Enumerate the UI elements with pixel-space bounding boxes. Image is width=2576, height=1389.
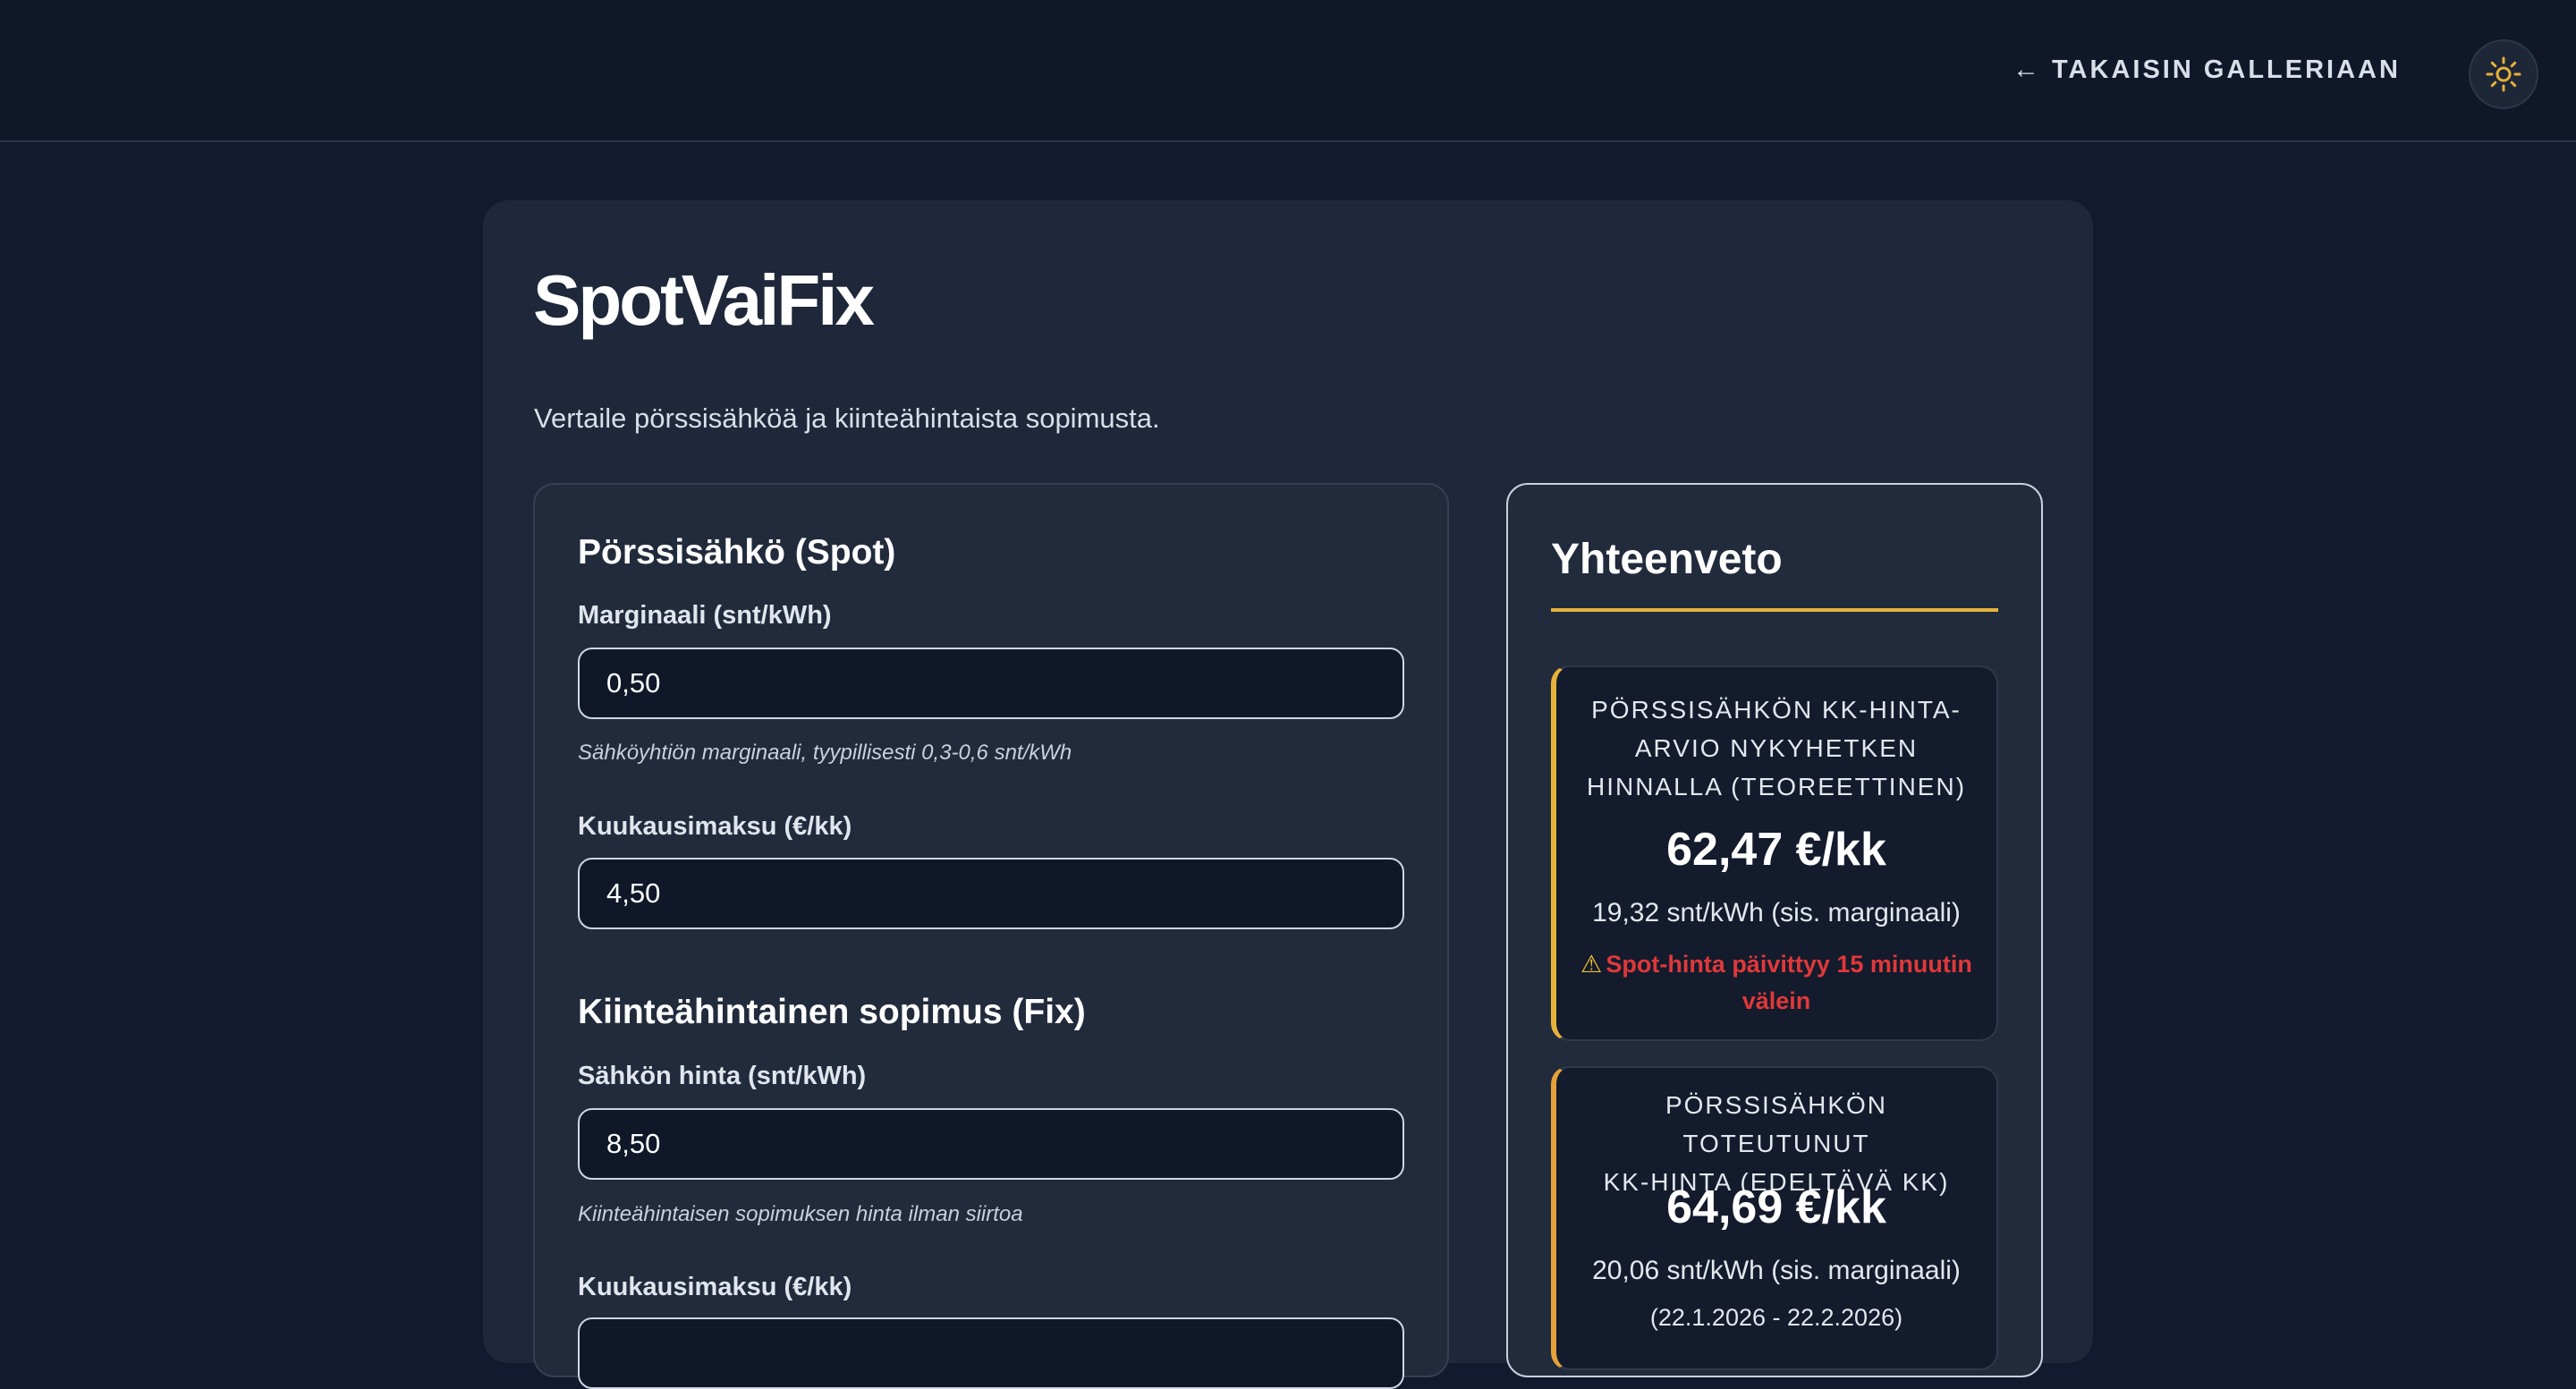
current-estimate-value: 62,47 €/kk xyxy=(1666,824,1886,876)
spot-margin-label: Marginaali (snt/kWh) xyxy=(578,601,832,630)
fix-price-input[interactable] xyxy=(578,1108,1404,1180)
page-subtitle: Vertaile pörssisähköä ja kiinteähintaist… xyxy=(534,402,1160,434)
top-bar: ← TAKAISIN GALLERIAAN xyxy=(0,0,2576,142)
fix-price-hint: Kiinteähintaisen sopimuksen hinta ilman … xyxy=(578,1202,1023,1226)
current-estimate-per-kwh: 19,32 snt/kWh (sis. marginaali) xyxy=(1592,898,1961,927)
back-to-gallery-link[interactable]: ← TAKAISIN GALLERIAAN xyxy=(2012,54,2401,86)
current-estimate-heading: PÖRSSISÄHKÖN KK-HINTA- ARVIO NYKYHETKEN … xyxy=(1586,696,1967,800)
previous-month-card: PÖRSSISÄHKÖN TOTEUTUNUT KK-HINTA (EDELTÄ… xyxy=(1551,1066,1998,1370)
spot-fee-label: Kuukausimaksu (€/kk) xyxy=(578,812,852,841)
spot-margin-input[interactable] xyxy=(578,648,1404,719)
spot-update-warning: ⚠ Spot-hinta päivittyy 15 minuutin välein xyxy=(1580,951,1972,1014)
theme-toggle-button[interactable] xyxy=(2469,39,2538,109)
sun-icon xyxy=(2486,56,2521,92)
fix-section-title: Kiinteähintainen sopimus (Fix) xyxy=(578,993,1086,1031)
warning-icon: ⚠ xyxy=(1580,951,1603,978)
arrow-left-icon: ← xyxy=(2012,55,2039,84)
previous-month-value: 64,69 €/kk xyxy=(1666,1181,1886,1233)
fix-fee-input[interactable] xyxy=(578,1317,1404,1389)
page-title: SpotVaiFix xyxy=(533,260,875,340)
fix-fee-label: Kuukausimaksu (€/kk) xyxy=(578,1273,852,1301)
spot-fee-input[interactable] xyxy=(578,858,1404,929)
spot-section-title: Pörssisähkö (Spot) xyxy=(578,533,896,572)
previous-month-per-kwh: 20,06 snt/kWh (sis. marginaali) xyxy=(1592,1256,1961,1285)
previous-month-dates: (22.1.2026 - 22.2.2026) xyxy=(1649,1304,1903,1331)
fix-price-label: Sähkön hinta (snt/kWh) xyxy=(578,1062,867,1090)
summary-divider xyxy=(1551,608,1998,612)
spot-margin-hint: Sähköyhtiön marginaali, tyypillisesti 0,… xyxy=(578,741,1072,765)
summary-title: Yhteenveto xyxy=(1551,536,1783,583)
back-link-label: TAKAISIN GALLERIAAN xyxy=(2052,55,2401,84)
current-estimate-card: PÖRSSISÄHKÖN KK-HINTA- ARVIO NYKYHETKEN … xyxy=(1551,665,1998,1041)
